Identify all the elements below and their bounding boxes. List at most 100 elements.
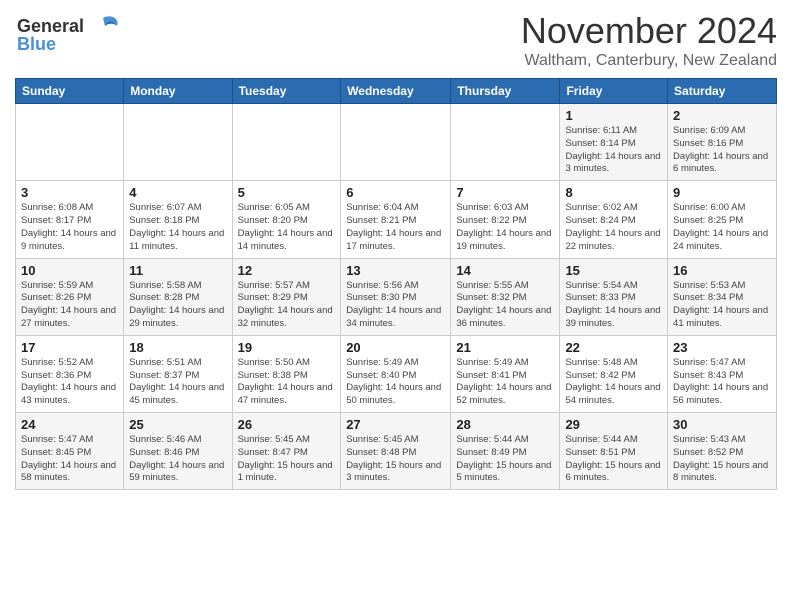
day-number: 12 — [238, 263, 336, 278]
day-info: Sunrise: 5:47 AM Sunset: 8:43 PM Dayligh… — [673, 357, 771, 408]
location: Waltham, Canterbury, New Zealand — [521, 52, 777, 70]
table-row: 18 Sunrise: 5:51 AM Sunset: 8:37 PM Dayli… — [124, 335, 232, 412]
day-info: Sunrise: 5:48 AM Sunset: 8:42 PM Dayligh… — [565, 357, 662, 408]
day-info: Sunrise: 6:04 AM Sunset: 8:21 PM Dayligh… — [346, 202, 445, 253]
page: General Blue November 2024 Waltham, Cant… — [0, 0, 792, 500]
day-info: Sunrise: 5:55 AM Sunset: 8:32 PM Dayligh… — [456, 280, 554, 331]
title-section: November 2024 Waltham, Canterbury, New Z… — [521, 10, 777, 70]
table-row: 23 Sunrise: 5:47 AM Sunset: 8:43 PM Dayli… — [668, 335, 777, 412]
day-info: Sunrise: 5:53 AM Sunset: 8:34 PM Dayligh… — [673, 280, 771, 331]
table-row: 19 Sunrise: 5:50 AM Sunset: 8:38 PM Dayli… — [232, 335, 341, 412]
table-row — [124, 104, 232, 181]
day-number: 10 — [21, 263, 118, 278]
calendar-week-1: 1 Sunrise: 6:11 AM Sunset: 8:14 PM Daylig… — [16, 104, 777, 181]
day-number: 11 — [129, 263, 226, 278]
table-row — [232, 104, 341, 181]
day-number: 18 — [129, 340, 226, 355]
day-number: 7 — [456, 185, 554, 200]
calendar-week-4: 17Sunrise: 5:52 AM Sunset: 8:36 PM Dayli… — [16, 335, 777, 412]
table-row: 7Sunrise: 6:03 AM Sunset: 8:22 PM Daylig… — [451, 181, 560, 258]
day-number: 2 — [673, 108, 771, 123]
day-number: 15 — [565, 263, 662, 278]
day-number: 8 — [565, 185, 662, 200]
day-number: 24 — [21, 417, 118, 432]
svg-text:Blue: Blue — [17, 34, 56, 54]
col-thursday: Thursday — [451, 79, 560, 104]
day-number: 27 — [346, 417, 445, 432]
table-row: 5 Sunrise: 6:05 AM Sunset: 8:20 PM Daylig… — [232, 181, 341, 258]
table-row: 24 Sunrise: 5:47 AM Sunset: 8:45 PM Dayli… — [16, 413, 124, 490]
month-title: November 2024 — [521, 10, 777, 52]
table-row: 22 Sunrise: 5:48 AM Sunset: 8:42 PM Dayli… — [560, 335, 668, 412]
table-row — [16, 104, 124, 181]
day-info: Sunrise: 5:57 AM Sunset: 8:29 PM Dayligh… — [238, 280, 336, 331]
col-sunday: Sunday — [16, 79, 124, 104]
table-row — [451, 104, 560, 181]
table-row: 17Sunrise: 5:52 AM Sunset: 8:36 PM Dayli… — [16, 335, 124, 412]
logo-text: General Blue — [15, 10, 125, 65]
day-info: Sunrise: 6:07 AM Sunset: 8:18 PM Dayligh… — [129, 202, 226, 253]
table-row: 10 Sunrise: 5:59 AM Sunset: 8:26 PM Dayli… — [16, 258, 124, 335]
table-row: 27Sunrise: 5:45 AM Sunset: 8:48 PM Dayli… — [341, 413, 451, 490]
col-saturday: Saturday — [668, 79, 777, 104]
day-number: 13 — [346, 263, 445, 278]
day-number: 25 — [129, 417, 226, 432]
day-number: 16 — [673, 263, 771, 278]
calendar-week-3: 10 Sunrise: 5:59 AM Sunset: 8:26 PM Dayli… — [16, 258, 777, 335]
table-row: 29 Sunrise: 5:44 AM Sunset: 8:51 PM Dayli… — [560, 413, 668, 490]
day-info: Sunrise: 5:59 AM Sunset: 8:26 PM Dayligh… — [21, 280, 118, 331]
day-info: Sunrise: 5:45 AM Sunset: 8:47 PM Dayligh… — [238, 434, 336, 485]
day-number: 3 — [21, 185, 118, 200]
table-row: 12 Sunrise: 5:57 AM Sunset: 8:29 PM Dayli… — [232, 258, 341, 335]
day-number: 6 — [346, 185, 445, 200]
table-row: 9Sunrise: 6:00 AM Sunset: 8:25 PM Daylig… — [668, 181, 777, 258]
day-info: Sunrise: 5:49 AM Sunset: 8:41 PM Dayligh… — [456, 357, 554, 408]
day-number: 22 — [565, 340, 662, 355]
day-info: Sunrise: 6:11 AM Sunset: 8:14 PM Dayligh… — [565, 125, 662, 176]
day-info: Sunrise: 6:05 AM Sunset: 8:20 PM Dayligh… — [238, 202, 336, 253]
day-number: 30 — [673, 417, 771, 432]
table-row — [341, 104, 451, 181]
calendar-header-row: Sunday Monday Tuesday Wednesday Thursday… — [16, 79, 777, 104]
day-info: Sunrise: 5:52 AM Sunset: 8:36 PM Dayligh… — [21, 357, 118, 408]
table-row: 30 Sunrise: 5:43 AM Sunset: 8:52 PM Dayli… — [668, 413, 777, 490]
table-row: 15Sunrise: 5:54 AM Sunset: 8:33 PM Dayli… — [560, 258, 668, 335]
day-number: 21 — [456, 340, 554, 355]
day-info: Sunrise: 5:56 AM Sunset: 8:30 PM Dayligh… — [346, 280, 445, 331]
col-friday: Friday — [560, 79, 668, 104]
table-row: 20Sunrise: 5:49 AM Sunset: 8:40 PM Dayli… — [341, 335, 451, 412]
day-number: 26 — [238, 417, 336, 432]
logo: General Blue — [15, 10, 125, 65]
day-info: Sunrise: 5:46 AM Sunset: 8:46 PM Dayligh… — [129, 434, 226, 485]
table-row: 3 Sunrise: 6:08 AM Sunset: 8:17 PM Daylig… — [16, 181, 124, 258]
col-tuesday: Tuesday — [232, 79, 341, 104]
svg-text:General: General — [17, 16, 84, 36]
col-monday: Monday — [124, 79, 232, 104]
day-info: Sunrise: 6:08 AM Sunset: 8:17 PM Dayligh… — [21, 202, 118, 253]
col-wednesday: Wednesday — [341, 79, 451, 104]
day-info: Sunrise: 5:50 AM Sunset: 8:38 PM Dayligh… — [238, 357, 336, 408]
day-number: 5 — [238, 185, 336, 200]
day-number: 23 — [673, 340, 771, 355]
day-info: Sunrise: 5:47 AM Sunset: 8:45 PM Dayligh… — [21, 434, 118, 485]
calendar-week-5: 24 Sunrise: 5:47 AM Sunset: 8:45 PM Dayli… — [16, 413, 777, 490]
day-number: 1 — [565, 108, 662, 123]
day-number: 28 — [456, 417, 554, 432]
day-number: 29 — [565, 417, 662, 432]
table-row: 4 Sunrise: 6:07 AM Sunset: 8:18 PM Daylig… — [124, 181, 232, 258]
table-row: 14Sunrise: 5:55 AM Sunset: 8:32 PM Dayli… — [451, 258, 560, 335]
table-row: 6 Sunrise: 6:04 AM Sunset: 8:21 PM Daylig… — [341, 181, 451, 258]
day-info: Sunrise: 5:44 AM Sunset: 8:51 PM Dayligh… — [565, 434, 662, 485]
day-number: 19 — [238, 340, 336, 355]
table-row: 11 Sunrise: 5:58 AM Sunset: 8:28 PM Dayli… — [124, 258, 232, 335]
day-info: Sunrise: 5:43 AM Sunset: 8:52 PM Dayligh… — [673, 434, 771, 485]
day-info: Sunrise: 5:51 AM Sunset: 8:37 PM Dayligh… — [129, 357, 226, 408]
table-row: 28Sunrise: 5:44 AM Sunset: 8:49 PM Dayli… — [451, 413, 560, 490]
table-row: 26 Sunrise: 5:45 AM Sunset: 8:47 PM Dayli… — [232, 413, 341, 490]
day-info: Sunrise: 6:02 AM Sunset: 8:24 PM Dayligh… — [565, 202, 662, 253]
table-row: 13 Sunrise: 5:56 AM Sunset: 8:30 PM Dayli… — [341, 258, 451, 335]
day-number: 4 — [129, 185, 226, 200]
day-info: Sunrise: 5:58 AM Sunset: 8:28 PM Dayligh… — [129, 280, 226, 331]
table-row: 8 Sunrise: 6:02 AM Sunset: 8:24 PM Daylig… — [560, 181, 668, 258]
table-row: 21 Sunrise: 5:49 AM Sunset: 8:41 PM Dayli… — [451, 335, 560, 412]
